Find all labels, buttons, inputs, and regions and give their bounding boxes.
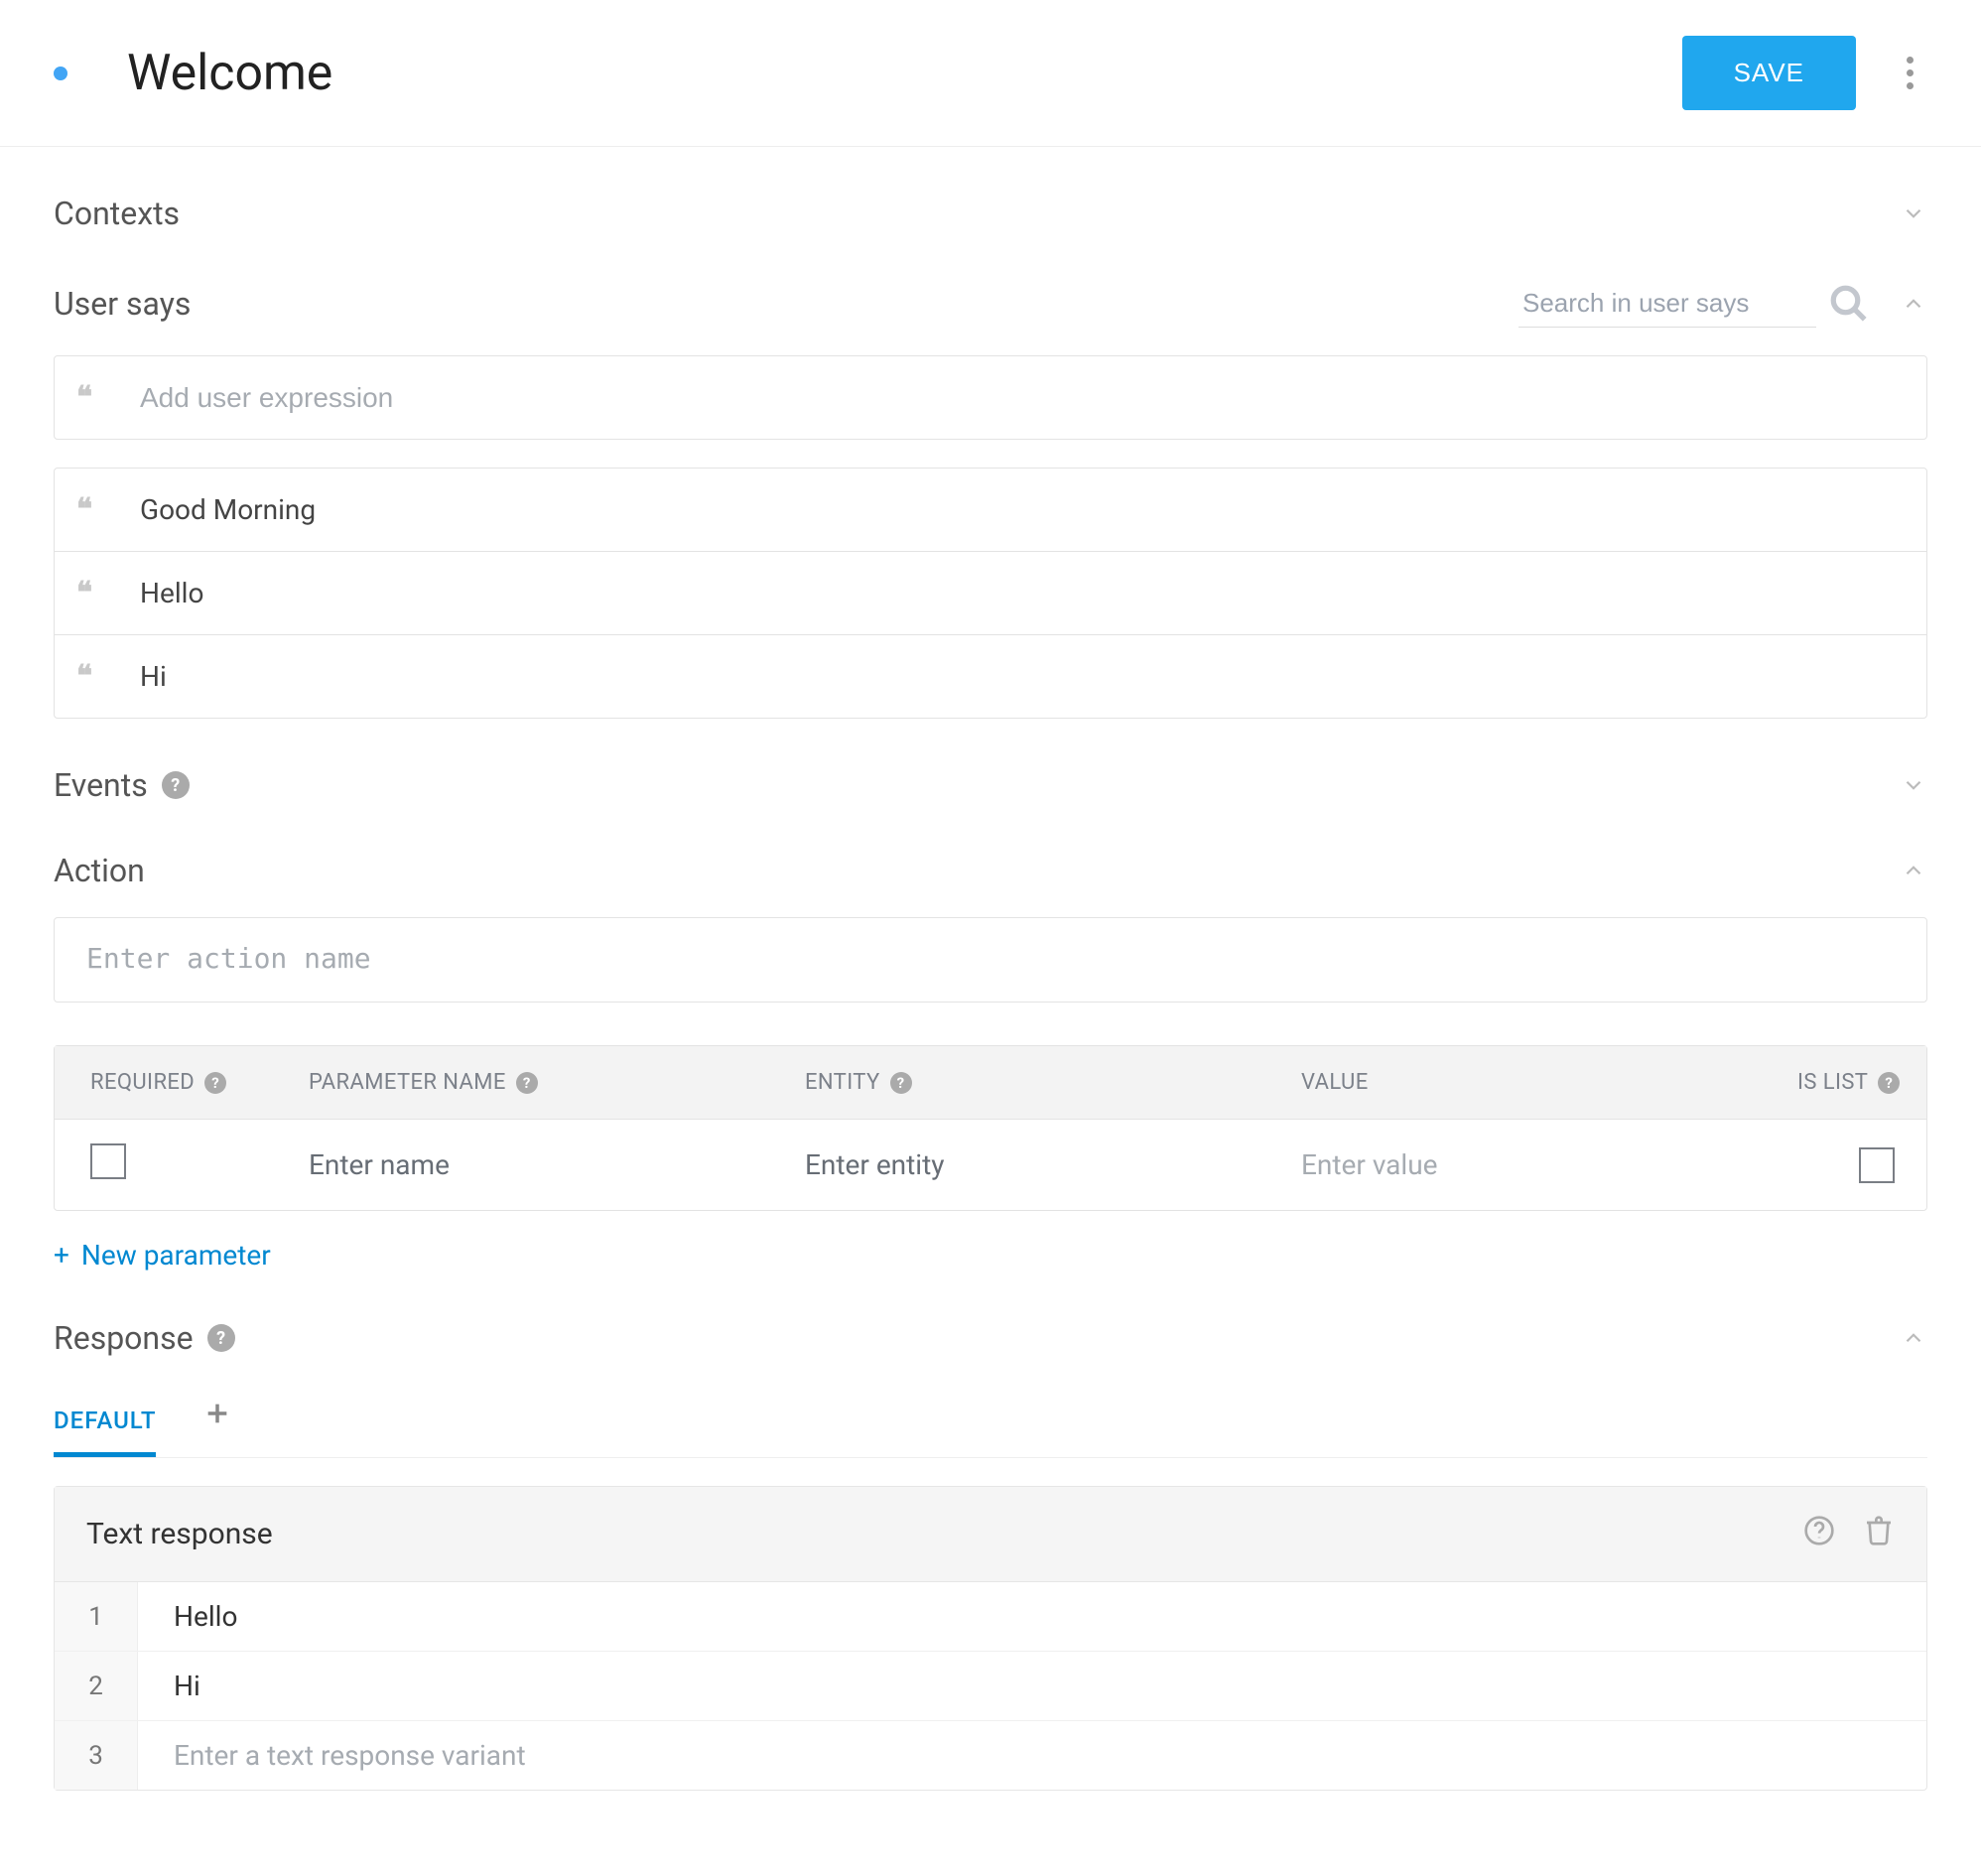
response-section: Response ? DEFAULT Text response [54,1319,1927,1791]
trash-icon[interactable] [1863,1515,1895,1553]
help-icon[interactable]: ? [207,1324,235,1352]
add-expression-row[interactable]: ❝ [55,356,1926,439]
entity-input[interactable]: Enter entity [805,1148,1301,1181]
response-row-number: 3 [55,1721,138,1790]
response-tabs: DEFAULT [54,1389,1927,1458]
user-expression-text: Good Morning [140,493,316,526]
tab-default[interactable]: DEFAULT [54,1389,156,1457]
user-expression-text: Hello [140,577,203,609]
add-expression-input[interactable] [140,382,1905,414]
user-expression-item[interactable]: ❝ Good Morning [55,469,1926,551]
text-response-title: Text response [86,1517,273,1551]
new-parameter-button[interactable]: + New parameter [54,1239,271,1272]
col-entity: ENTITY [805,1070,880,1095]
quote-icon: ❝ [76,492,110,527]
chevron-down-icon[interactable] [1900,771,1927,799]
parameter-table-header: REQUIRED? PARAMETER NAME? ENTITY? VALUE … [55,1046,1926,1119]
help-icon[interactable]: ? [1878,1072,1900,1094]
user-expression-item[interactable]: ❝ Hello [55,551,1926,634]
page-title: Welcome [127,45,1682,102]
save-button[interactable]: SAVE [1682,36,1856,110]
quote-icon: ❝ [76,380,110,415]
new-parameter-label: New parameter [81,1239,271,1272]
events-section: Events ? [54,766,1927,804]
add-expression-box: ❝ [54,355,1927,440]
parameter-row: Enter name Enter entity Enter value [55,1119,1926,1210]
action-section: Action REQUIRED? PARAMETER NAME? ENTITY?… [54,852,1927,1272]
col-value: VALUE [1301,1070,1369,1095]
search-icon [1828,283,1870,325]
chevron-down-icon[interactable] [1900,200,1927,227]
action-title: Action [54,852,145,889]
user-says-search [1519,280,1870,328]
chevron-up-icon[interactable] [1900,1324,1927,1352]
contexts-title: Contexts [54,195,180,232]
chevron-up-icon[interactable] [1900,290,1927,318]
plus-icon: + [54,1239,69,1272]
text-response-card: Text response 1 Hello 2 Hi [54,1486,1927,1791]
response-row-number: 1 [55,1582,138,1651]
col-required: REQUIRED [90,1070,195,1095]
is-list-checkbox[interactable] [1859,1147,1895,1183]
response-variant-row[interactable]: 3 Enter a text response variant [55,1720,1926,1790]
response-row-placeholder[interactable]: Enter a text response variant [138,1721,1926,1790]
response-row-text[interactable]: Hello [138,1582,1926,1651]
help-icon[interactable]: ? [516,1072,538,1094]
help-outline-icon[interactable] [1803,1515,1835,1553]
help-icon[interactable]: ? [890,1072,912,1094]
col-parameter-name: PARAMETER NAME [309,1070,506,1095]
more-menu-button[interactable] [1892,57,1927,89]
quote-icon: ❝ [76,659,110,694]
user-expression-item[interactable]: ❝ Hi [55,634,1926,718]
parameter-name-input[interactable]: Enter name [309,1148,805,1181]
add-tab-button[interactable] [203,1400,231,1446]
intent-status-dot [54,67,67,80]
user-says-section: User says ❝ ❝ Good Morning [54,280,1927,719]
parameter-table: REQUIRED? PARAMETER NAME? ENTITY? VALUE … [54,1045,1927,1211]
events-title: Events [54,766,148,804]
search-input[interactable] [1519,280,1816,328]
user-says-title: User says [54,285,191,323]
help-icon[interactable]: ? [162,771,190,799]
user-expression-list: ❝ Good Morning ❝ Hello ❝ Hi [54,468,1927,719]
page-header: Welcome SAVE [0,0,1981,147]
value-input[interactable]: Enter value [1301,1148,1797,1181]
response-title: Response [54,1319,194,1357]
response-row-text[interactable]: Hi [138,1652,1926,1720]
col-is-list: IS LIST [1797,1070,1868,1095]
help-icon[interactable]: ? [204,1072,226,1094]
response-variant-row[interactable]: 1 Hello [55,1582,1926,1651]
required-checkbox[interactable] [90,1143,126,1179]
quote-icon: ❝ [76,576,110,610]
contexts-section: Contexts [54,195,1927,232]
response-variant-row[interactable]: 2 Hi [55,1651,1926,1720]
user-expression-text: Hi [140,660,167,693]
response-row-number: 2 [55,1652,138,1720]
chevron-up-icon[interactable] [1900,857,1927,884]
action-name-input[interactable] [54,917,1927,1003]
